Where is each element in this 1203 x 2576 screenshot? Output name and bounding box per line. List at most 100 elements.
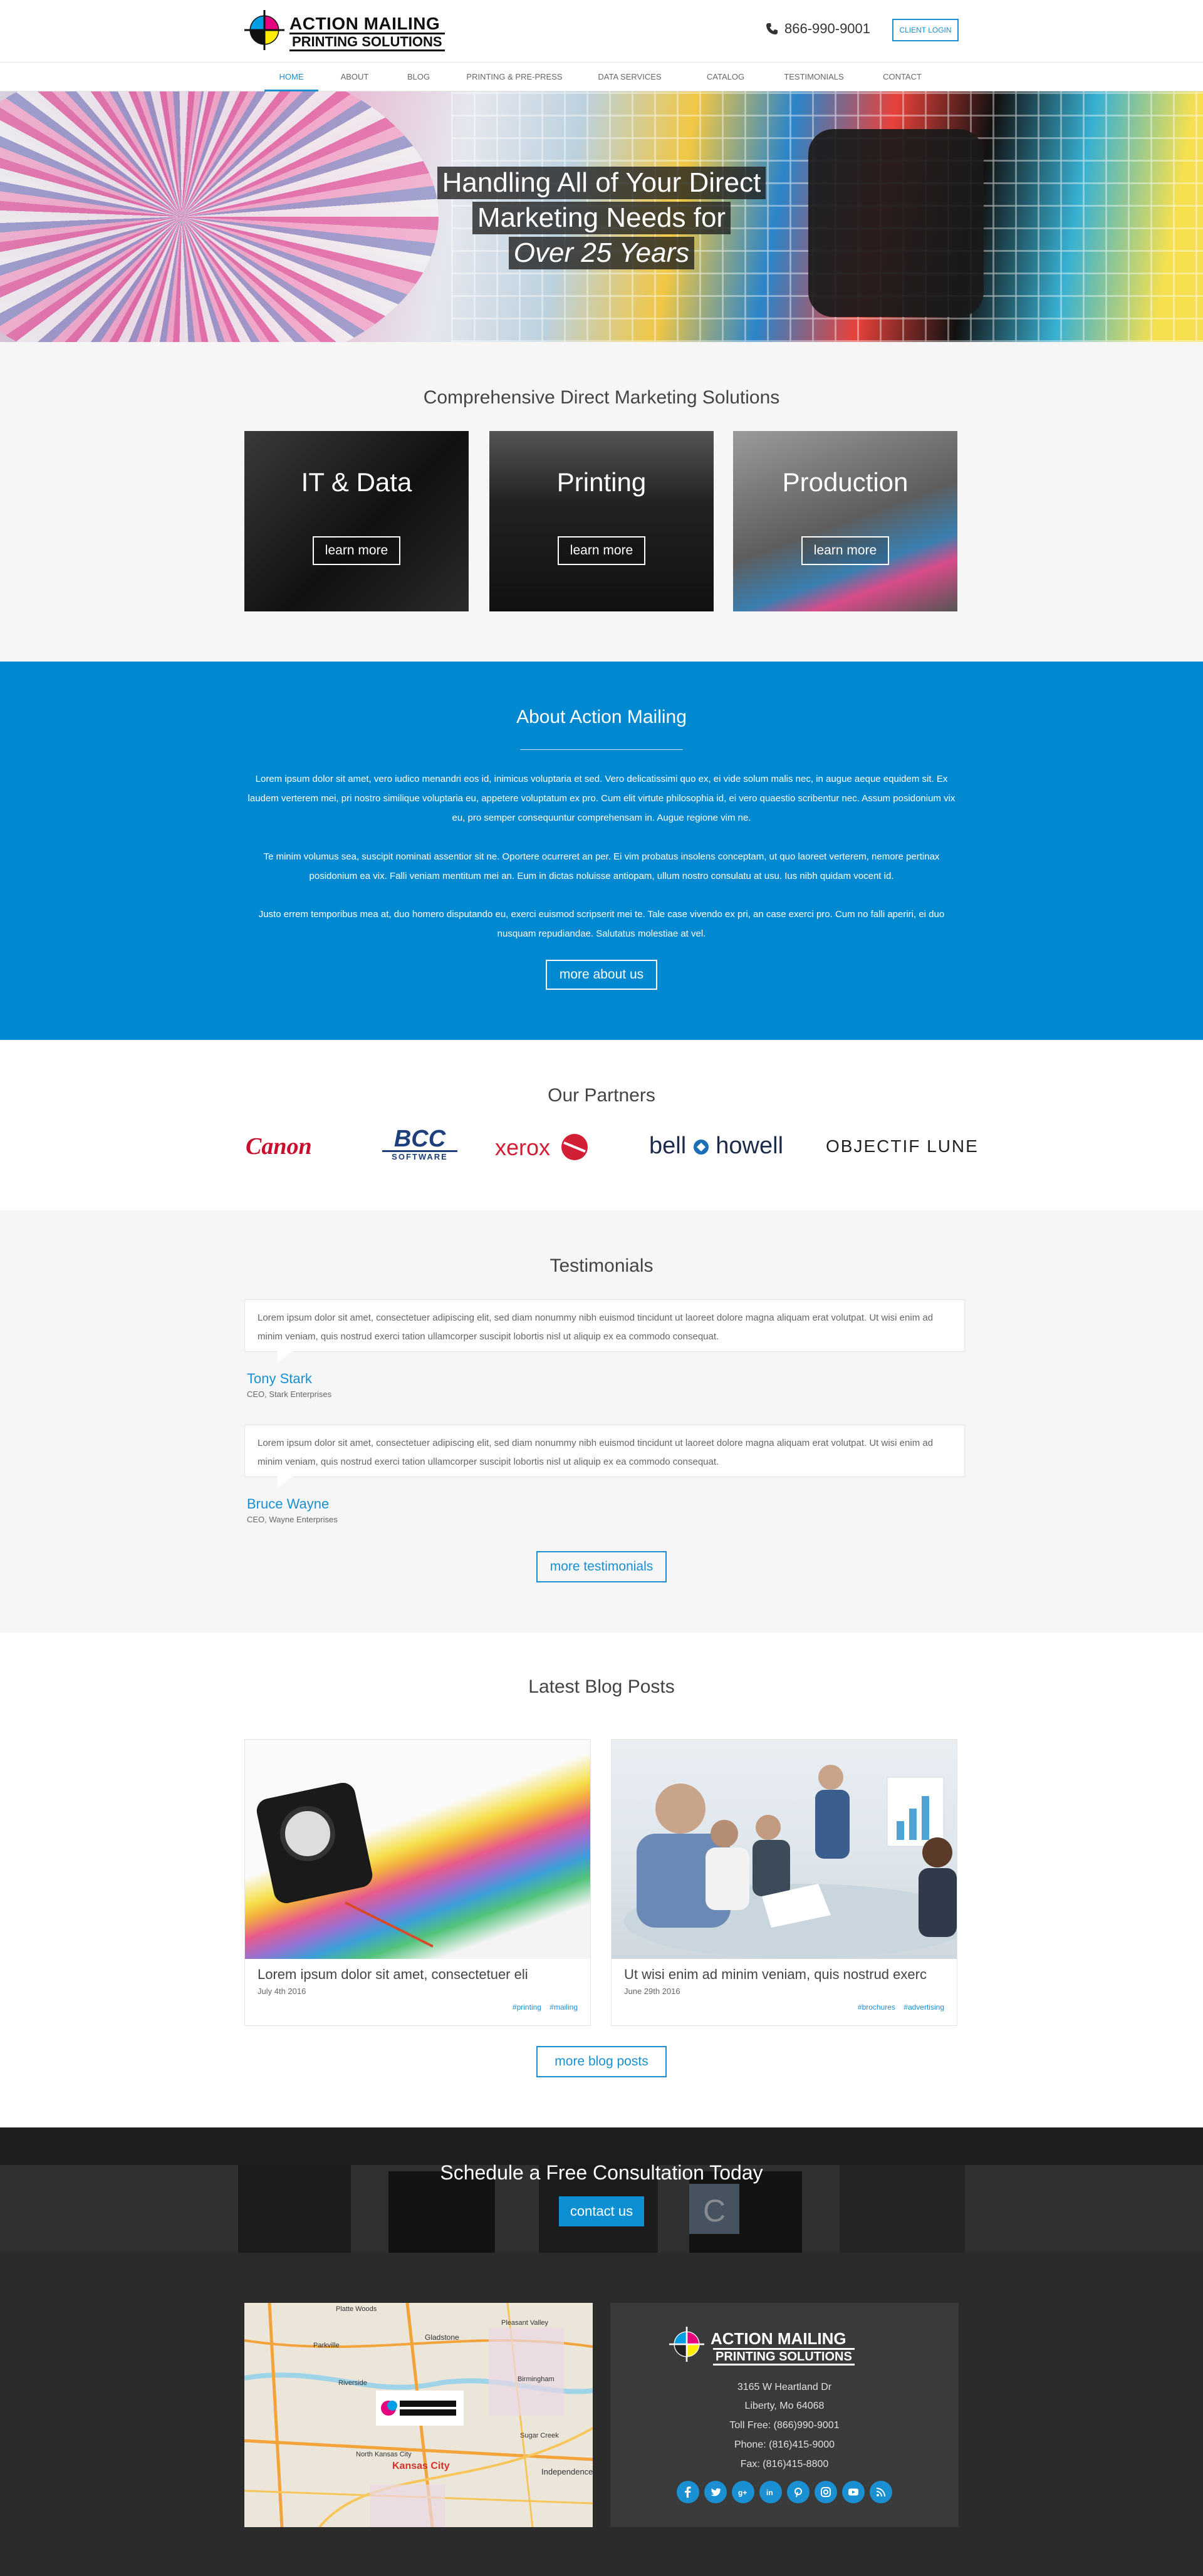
blog-post-tags: #printing #mailing — [506, 2003, 578, 2012]
objectif-lune-logo: OBJECTIF LUNE — [826, 1136, 979, 1156]
site-footer: Platte Woods Parkville Gladstone Pleasan… — [0, 2253, 1203, 2576]
linkedin-icon[interactable]: in — [759, 2481, 782, 2503]
nav-item-contact[interactable]: CONTACT — [871, 63, 934, 91]
address-line1: 3165 W Heartland Dr — [737, 2382, 832, 2392]
address-line2: Liberty, Mo 64068 — [744, 2401, 825, 2411]
production-image — [733, 431, 957, 611]
map-label: Platte Woods — [336, 2305, 377, 2313]
site-header: ACTION MAILING PRINTING SOLUTIONS 866-99… — [0, 0, 1203, 63]
blog-post-date: June 29th 2016 — [624, 1987, 680, 1996]
toll-free-number[interactable]: Toll Free: (866)990-9001 — [610, 2420, 959, 2431]
footer-logo-line2: PRINTING SOLUTIONS — [713, 2348, 855, 2366]
pinterest-icon[interactable] — [787, 2481, 810, 2503]
blog-post-title[interactable]: Ut wisi enim ad minim veniam, quis nostr… — [624, 1966, 947, 1983]
printer-background-image: C — [0, 2127, 1203, 2253]
it-data-image — [244, 431, 469, 611]
instagram-icon[interactable] — [815, 2481, 837, 2503]
blog-post-date: July 4th 2016 — [258, 1987, 306, 1996]
header-phone[interactable]: 866-990-9001 — [766, 21, 870, 37]
nav-item-home[interactable]: HOME — [264, 63, 318, 91]
testimonial-role: CEO, Wayne Enterprises — [247, 1515, 338, 1524]
footer-logo-line1: ACTION MAILING — [711, 2329, 846, 2348]
nav-item-data-services[interactable]: DATA SERVICES — [589, 63, 670, 91]
map-label: Birmingham — [518, 2376, 555, 2383]
blog-post-tags: #brochures #advertising — [851, 2003, 944, 2012]
map-label: Pleasant Valley — [501, 2319, 549, 2327]
twitter-icon[interactable] — [704, 2481, 727, 2503]
youtube-icon[interactable] — [842, 2481, 865, 2503]
blog-section: Latest Blog Posts Lorem ipsum dolor sit … — [0, 1633, 1203, 2127]
logo-line1: ACTION MAILING — [289, 14, 440, 33]
solution-card-production[interactable]: Production learn more — [733, 431, 957, 611]
bcc-logo-text: BCC — [393, 1126, 446, 1152]
cmyk-logo-icon — [244, 10, 284, 50]
bell-logo-text: bell — [649, 1133, 687, 1159]
blog-tag[interactable]: #mailing — [549, 2003, 578, 2012]
nav-item-about[interactable]: ABOUT — [331, 63, 378, 91]
solutions-section: Comprehensive Direct Marketing Solutions… — [0, 342, 1203, 662]
map-label: Gladstone — [425, 2333, 459, 2342]
contact-us-button[interactable]: contact us — [559, 2196, 644, 2226]
about-paragraph-3: Justo errem temporibus mea at, duo homer… — [258, 909, 945, 939]
testimonial-role: CEO, Stark Enterprises — [247, 1389, 332, 1399]
main-nav: HOME ABOUT BLOG PRINTING & PRE-PRESS DAT… — [0, 63, 1203, 91]
about-divider — [520, 749, 683, 750]
learn-more-button[interactable]: learn more — [558, 536, 645, 565]
nav-item-printing-pre-press[interactable]: PRINTING & PRE-PRESS — [460, 63, 569, 91]
nav-item-catalog[interactable]: CATALOG — [689, 63, 762, 91]
footer-logo-mark-icon — [669, 2327, 704, 2362]
blog-tag[interactable]: #printing — [513, 2003, 541, 2012]
partners-section: Our Partners Canon BCC SOFTWARE xerox be… — [0, 1040, 1203, 1210]
blog-tag[interactable]: #brochures — [858, 2003, 895, 2012]
map-label: Parkville — [313, 2342, 340, 2349]
nav-item-blog[interactable]: BLOG — [393, 63, 444, 91]
consultation-cta: C Schedule a Free Consultation Today con… — [0, 2127, 1203, 2253]
rss-icon[interactable] — [870, 2481, 892, 2503]
blog-post-title[interactable]: Lorem ipsum dolor sit amet, consectetuer… — [258, 1966, 580, 1983]
phone-number: 866-990-9001 — [784, 21, 871, 36]
about-paragraph-1: Lorem ipsum dolor sit amet, vero iudico … — [247, 774, 956, 823]
solutions-title: Comprehensive Direct Marketing Solutions — [423, 387, 780, 408]
testimonials-section: Testimonials Lorem ipsum dolor sit amet,… — [0, 1210, 1203, 1633]
learn-more-button[interactable]: learn more — [801, 536, 889, 565]
solution-heading: IT & Data — [301, 467, 412, 497]
xerox-logo: xerox — [495, 1133, 589, 1168]
hero-banner: Handling All of Your Direct Marketing Ne… — [0, 91, 1203, 342]
more-blog-posts-button[interactable]: more blog posts — [536, 2046, 667, 2077]
blog-title: Latest Blog Posts — [528, 1676, 675, 1697]
blog-post-image — [612, 1740, 957, 1959]
testimonial-author[interactable]: Bruce Wayne — [247, 1496, 329, 1512]
map-label: Sugar Creek — [520, 2432, 559, 2439]
more-testimonials-button[interactable]: more testimonials — [536, 1551, 667, 1582]
site-logo[interactable]: ACTION MAILING PRINTING SOLUTIONS — [244, 8, 451, 55]
bell-howell-logo: bell howell — [649, 1133, 783, 1168]
logo-line2: PRINTING SOLUTIONS — [289, 33, 445, 51]
nav-item-testimonials[interactable]: TESTIMONIALS — [774, 63, 853, 91]
page: ACTION MAILING PRINTING SOLUTIONS 866-99… — [0, 0, 1203, 2576]
testimonial-author[interactable]: Tony Stark — [247, 1371, 312, 1387]
blog-tag[interactable]: #advertising — [904, 2003, 944, 2012]
testimonials-title: Testimonials — [549, 1255, 654, 1276]
learn-more-button[interactable]: learn more — [313, 536, 400, 565]
phone-number[interactable]: Phone: (816)415-9000 — [610, 2439, 959, 2451]
contact-info-box: ACTION MAILING PRINTING SOLUTIONS 3165 W… — [610, 2303, 959, 2527]
hero-headline: Handling All of Your Direct Marketing Ne… — [0, 165, 1203, 271]
bell-howell-mark-icon — [693, 1140, 709, 1155]
blog-post-card[interactable]: Ut wisi enim ad minim veniam, quis nostr… — [611, 1739, 957, 2026]
hero-line3: Over 25 Years — [508, 237, 695, 269]
svg-text:g+: g+ — [738, 2488, 747, 2497]
loupe-image-icon — [256, 1782, 434, 1948]
cta-title: Schedule a Free Consultation Today — [440, 2161, 763, 2184]
location-map[interactable]: Platte Woods Parkville Gladstone Pleasan… — [244, 2303, 593, 2527]
solution-card-printing[interactable]: Printing learn more — [489, 431, 714, 611]
client-login-button[interactable]: CLIENT LOGIN — [892, 19, 959, 41]
blog-post-card[interactable]: Lorem ipsum dolor sit amet, consectetuer… — [244, 1739, 591, 2026]
google-plus-icon[interactable]: g+ — [732, 2481, 754, 2503]
partners-title: Our Partners — [548, 1085, 655, 1106]
blog-post-image — [245, 1740, 590, 1959]
facebook-icon[interactable] — [677, 2481, 699, 2503]
more-about-us-button[interactable]: more about us — [546, 960, 657, 990]
fax-number: Fax: (816)415-8800 — [740, 2459, 829, 2470]
bcc-logo-subtext: SOFTWARE — [382, 1150, 457, 1161]
solution-card-it-data[interactable]: IT & Data learn more — [244, 431, 469, 611]
